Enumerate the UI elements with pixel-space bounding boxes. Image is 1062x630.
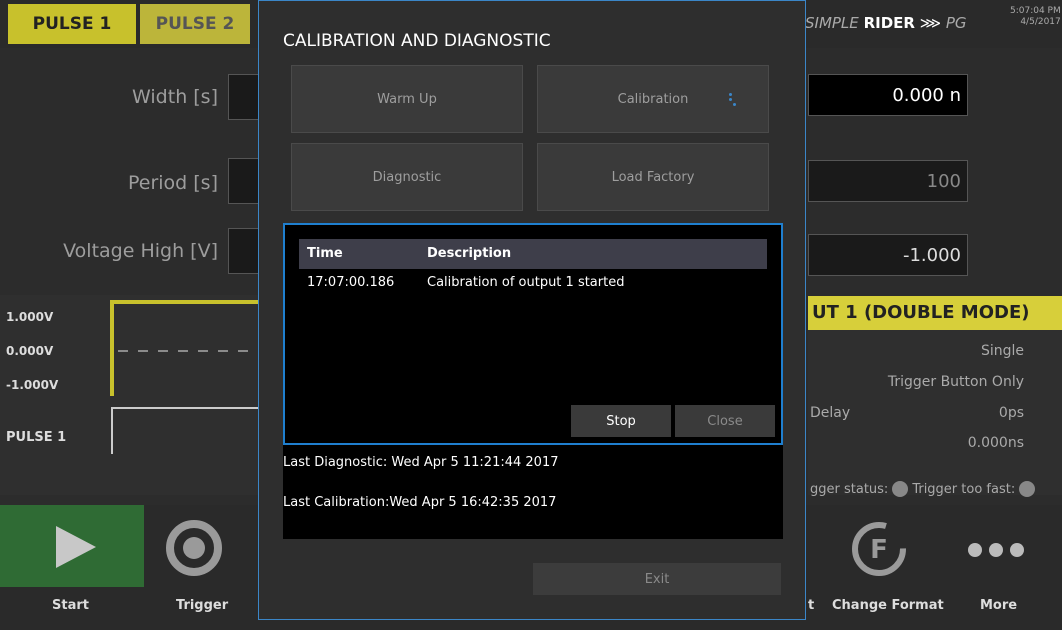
close-button[interactable]: Close: [675, 405, 775, 437]
start-label: Start: [52, 598, 89, 613]
output-header: UT 1 (DOUBLE MODE): [808, 296, 1062, 330]
description-column-header: Description: [427, 246, 512, 261]
level-low-label: -1.000V: [6, 378, 59, 392]
width-value[interactable]: 0.000 n: [808, 74, 968, 116]
log-header: Time Description: [299, 239, 767, 269]
trigger-status-led-icon: [892, 481, 909, 497]
diagnostic-button[interactable]: Diagnostic: [291, 143, 523, 211]
toolbar-partial-label: t: [808, 598, 815, 613]
clock: 5:07:04 PM 4/5/2017: [1010, 6, 1061, 27]
output-trigger-value: Trigger Button Only: [887, 374, 1024, 390]
calibration-dialog: CALIBRATION AND DIAGNOSTIC Warm Up Calib…: [258, 0, 806, 620]
period-value[interactable]: 100: [808, 160, 968, 202]
trigger-fast-led-icon: [1019, 481, 1036, 497]
trigger-label: Trigger: [176, 598, 229, 613]
trigger-icon[interactable]: [162, 516, 226, 580]
output-width-value: 0.000ns: [967, 435, 1024, 451]
exit-button[interactable]: Exit: [533, 563, 781, 595]
log-panel: Time Description 17:07:00.186 Calibratio…: [283, 223, 783, 445]
voltage-high-label: Voltage High [V]: [63, 240, 218, 262]
dialog-title: CALIBRATION AND DIAGNOSTIC: [283, 31, 551, 51]
time-column-header: Time: [307, 246, 343, 261]
change-format-icon[interactable]: F: [846, 516, 912, 582]
play-icon: [56, 526, 96, 568]
stop-button[interactable]: Stop: [571, 405, 671, 437]
level-high-label: 1.000V: [6, 310, 54, 324]
last-diagnostic-text: Last Diagnostic: Wed Apr 5 11:21:44 2017: [283, 455, 559, 470]
more-label: More: [980, 598, 1018, 613]
tab-pulse-1[interactable]: PULSE 1: [8, 4, 136, 44]
width-input[interactable]: [228, 74, 260, 120]
loading-spinner-icon: [727, 93, 737, 107]
trigger-fast-label: Trigger too fast:: [912, 481, 1016, 497]
more-icon[interactable]: [966, 538, 1026, 562]
svg-text:F: F: [870, 535, 888, 565]
width-label: Width [s]: [132, 86, 218, 108]
period-input[interactable]: [228, 158, 260, 204]
status-line: gger status: Trigger too fast:: [810, 481, 1036, 497]
output-mode-value: Single: [980, 343, 1024, 359]
waveform-trace: [110, 300, 258, 454]
trigger-status-label: gger status:: [810, 481, 889, 497]
channel-label: PULSE 1: [6, 430, 67, 445]
log-row-description: Calibration of output 1 started: [427, 275, 625, 290]
period-label: Period [s]: [127, 172, 218, 194]
load-factory-button[interactable]: Load Factory: [537, 143, 769, 211]
warm-up-button[interactable]: Warm Up: [291, 65, 523, 133]
delay-value: 0ps: [998, 405, 1024, 421]
calibration-info-panel: Last Diagnostic: Wed Apr 5 11:21:44 2017…: [283, 445, 783, 539]
brand-logo: SIMPLE RIDER ⋙ PG: [805, 14, 967, 32]
tab-pulse-2[interactable]: PULSE 2: [140, 4, 250, 44]
voltage-high-input[interactable]: [228, 228, 260, 274]
log-row-time: 17:07:00.186: [307, 275, 395, 290]
voltage-high-value[interactable]: -1.000: [808, 234, 968, 276]
change-format-label: Change Format: [832, 598, 944, 613]
calibration-label: Calibration: [617, 91, 689, 107]
last-calibration-text: Last Calibration:Wed Apr 5 16:42:35 2017: [283, 495, 557, 510]
level-zero-label: 0.000V: [6, 344, 54, 358]
delay-label: Delay: [810, 405, 851, 421]
